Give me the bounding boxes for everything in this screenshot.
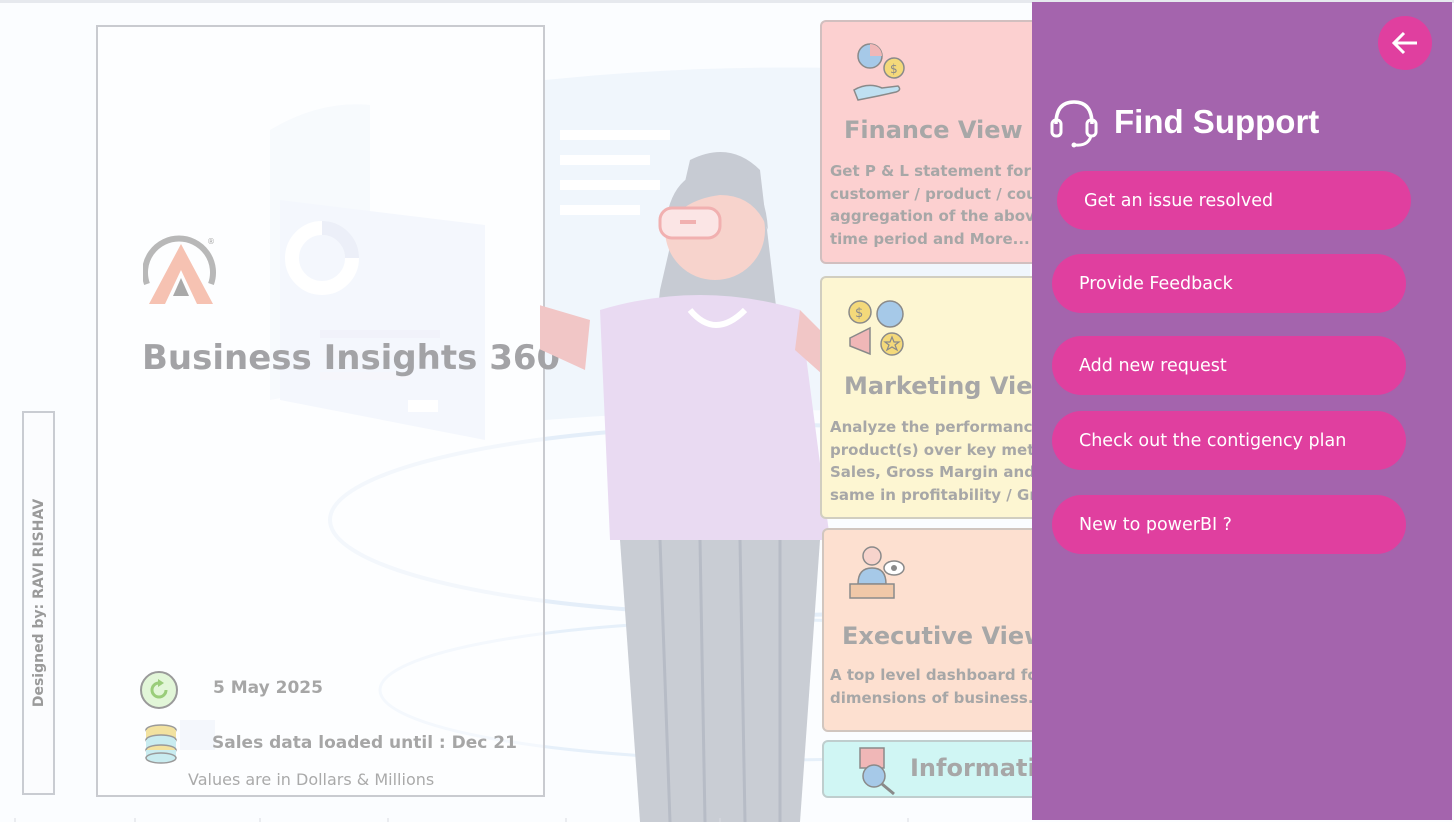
refresh-icon[interactable]	[139, 670, 179, 710]
refresh-date: 5 May 2025	[213, 678, 323, 698]
designer-credit: Designed by: RAVI RISHAV	[22, 411, 55, 795]
get-issue-resolved-button[interactable]: Get an issue resolved	[1057, 171, 1411, 230]
arrow-left-icon	[1391, 31, 1417, 55]
designer-text: Designed by: RAVI RISHAV	[30, 498, 47, 708]
headset-icon	[1050, 100, 1098, 148]
find-support-title: Find Support	[1114, 103, 1320, 140]
find-support-panel: Find Support Get an issue resolved Provi…	[1032, 2, 1452, 820]
values-note: Values are in Dollars & Millions	[188, 770, 435, 789]
svg-text:®: ®	[207, 237, 215, 246]
database-icon	[145, 724, 177, 764]
finance-view-description: Get P & L statement for ar customer / pr…	[830, 162, 1054, 248]
contingency-plan-button[interactable]: Check out the contigency plan	[1052, 411, 1406, 470]
finance-hand-coin-icon: $	[853, 43, 905, 101]
executive-view-description: A top level dashboard for dimensions of …	[830, 666, 1046, 707]
atliq-logo: ®	[143, 235, 216, 304]
executive-view-title: Executive View	[842, 622, 1047, 650]
marketing-view-title: Marketing View	[844, 372, 1055, 400]
marketing-view-description: Analyze the performance product(s) over …	[830, 418, 1056, 504]
information-view-title: Informati	[910, 754, 1036, 782]
back-button[interactable]	[1378, 16, 1432, 70]
add-new-request-button[interactable]: Add new request	[1052, 336, 1406, 395]
executive-presenter-icon	[849, 546, 905, 599]
svg-text:$: $	[855, 306, 863, 321]
svg-text:$: $	[890, 62, 898, 76]
data-loaded-text: Sales data loaded until : Dec 21	[212, 733, 517, 753]
finance-view-title: Finance View	[844, 116, 1023, 144]
marketing-megaphone-icon: $	[848, 300, 904, 356]
provide-feedback-button[interactable]: Provide Feedback	[1052, 254, 1406, 313]
information-search-icon	[859, 747, 895, 796]
new-to-powerbi-button[interactable]: New to powerBI ?	[1052, 495, 1406, 554]
app-title: Business Insights 360	[142, 338, 561, 378]
